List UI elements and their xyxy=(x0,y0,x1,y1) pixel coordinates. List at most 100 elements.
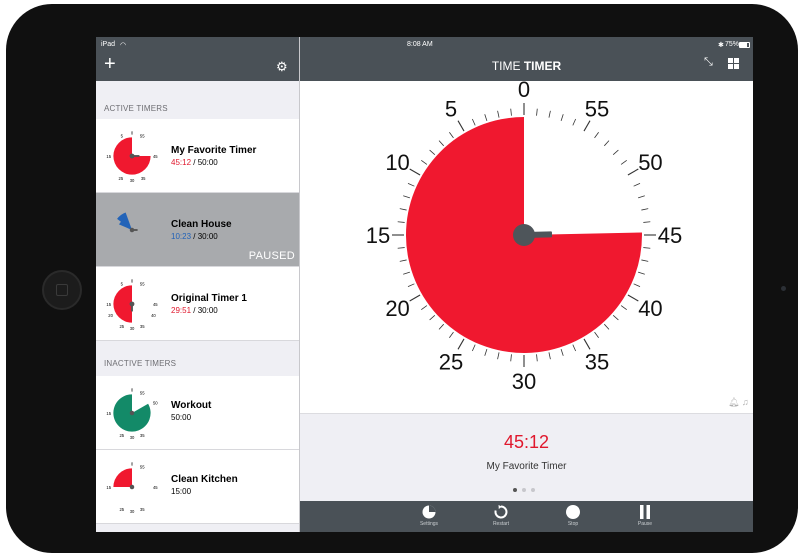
dial-tick xyxy=(471,344,476,352)
restart-icon xyxy=(494,505,508,519)
stop-label: Stop xyxy=(567,521,579,527)
mini-dial-icon xyxy=(117,212,138,233)
svg-text:0: 0 xyxy=(131,462,134,467)
inactive-timers-label: INACTIVE TIMERS xyxy=(104,359,177,368)
svg-text:55: 55 xyxy=(140,133,145,138)
timer-time: 50:00 xyxy=(171,413,192,422)
app-title: TIME TIMER xyxy=(491,59,562,73)
dial-tick xyxy=(536,108,538,116)
dial-tick xyxy=(620,160,627,165)
dial-tick xyxy=(603,140,610,147)
restart-button[interactable]: Restart xyxy=(476,504,526,527)
svg-text:20: 20 xyxy=(108,313,113,318)
active-timers-label: ACTIVE TIMERS xyxy=(104,104,168,113)
dial-tick xyxy=(638,271,645,275)
dial-tick xyxy=(560,114,564,121)
svg-text:5: 5 xyxy=(121,281,124,286)
svg-text:15: 15 xyxy=(106,302,111,307)
grid-view-icon[interactable] xyxy=(728,58,739,69)
screen: iPad ◠ + ⚙ ACTIVE TIMERS 0 5 55 15 45 25… xyxy=(96,37,753,532)
device-name: iPad xyxy=(101,41,116,48)
dial-tick xyxy=(457,338,465,350)
svg-text:25: 25 xyxy=(119,507,124,512)
settings-button[interactable]: Settings xyxy=(404,504,454,527)
clock: 8:08 AM xyxy=(407,41,433,48)
dial-tick xyxy=(620,305,627,310)
dial-tick xyxy=(627,294,639,302)
settings-label: Settings xyxy=(419,521,439,527)
timer-time: 10:23 / 30:00 xyxy=(171,232,218,241)
timer-time: 15:00 xyxy=(171,487,192,496)
svg-text:25: 25 xyxy=(119,433,124,438)
dial-tick xyxy=(603,323,610,330)
bluetooth-icon: ✱ xyxy=(718,42,724,49)
dial-label: 10 xyxy=(385,150,409,175)
dial-tick xyxy=(594,331,599,338)
timer-name: My Favorite Timer xyxy=(171,145,257,156)
svg-text:55: 55 xyxy=(140,281,145,286)
dial-tick xyxy=(633,283,641,288)
dial-tick xyxy=(641,259,649,262)
svg-text:30: 30 xyxy=(130,509,135,514)
dial-tick xyxy=(399,208,407,211)
timer-name: Clean House xyxy=(171,219,232,230)
dial-tick xyxy=(627,168,639,176)
dial-tick xyxy=(421,305,428,310)
svg-text:5: 5 xyxy=(121,133,124,138)
top-bar: 8:08 AM ✱ 75% TIME TIMER ⤡ xyxy=(300,37,753,81)
svg-text:15: 15 xyxy=(106,154,111,159)
dial-label: 20 xyxy=(385,296,409,321)
dial-tick xyxy=(641,208,649,211)
gear-icon[interactable]: ⚙ xyxy=(276,59,288,75)
pause-button[interactable]: Pause xyxy=(620,504,670,527)
svg-text:45: 45 xyxy=(153,485,158,490)
dial-tick xyxy=(438,140,445,147)
svg-text:15: 15 xyxy=(106,485,111,490)
battery-icon xyxy=(739,42,750,48)
svg-text:35: 35 xyxy=(140,324,145,329)
add-timer-icon[interactable]: + xyxy=(104,54,116,74)
dial-tick xyxy=(407,283,415,288)
timer-row-clean-house[interactable]: Clean House 10:23 / 30:00 PAUSED xyxy=(96,193,299,267)
dial-tick xyxy=(497,352,500,360)
dial-tick xyxy=(548,352,551,360)
svg-text:30: 30 xyxy=(130,326,135,331)
svg-text:25: 25 xyxy=(119,176,124,181)
wifi-icon: ◠ xyxy=(120,42,127,49)
svg-text:30: 30 xyxy=(130,178,135,183)
dial-tick xyxy=(594,132,599,139)
dial-tick xyxy=(421,160,428,165)
timer-sidebar: iPad ◠ + ⚙ ACTIVE TIMERS 0 5 55 15 45 25… xyxy=(96,37,300,532)
fullscreen-icon[interactable]: ⤡ xyxy=(704,56,713,69)
dial-tick xyxy=(548,110,551,118)
dial-hub xyxy=(513,224,535,246)
alarm-settings-icon[interactable]: 🔔︎ ♫ xyxy=(728,397,749,408)
stop-icon xyxy=(566,505,580,519)
dial-tick xyxy=(407,182,415,187)
dial-label: 55 xyxy=(585,97,609,122)
dial-tick xyxy=(583,120,591,132)
dial-tick xyxy=(409,168,421,176)
timer-row-my-favorite[interactable]: 0 5 55 15 45 25 30 35 My Favorite Timer … xyxy=(96,119,299,193)
pause-label: Pause xyxy=(637,521,653,527)
restart-label: Restart xyxy=(492,521,510,527)
svg-text:40: 40 xyxy=(151,313,156,318)
home-button[interactable] xyxy=(42,270,82,310)
stop-button[interactable]: Stop xyxy=(548,504,598,527)
dial-tick xyxy=(484,349,488,356)
ipad-frame: iPad ◠ + ⚙ ACTIVE TIMERS 0 5 55 15 45 25… xyxy=(6,4,798,553)
timer-row-workout[interactable]: 0 55 50 15 25 30 35 Workout 50:00 xyxy=(96,376,299,450)
timer-dial[interactable]: 0 5 10 15 20 25 30 35 40 45 50 55 xyxy=(300,81,753,413)
main-panel: 8:08 AM ✱ 75% TIME TIMER ⤡ 0 5 10 15 20 25 30 3… xyxy=(300,37,753,532)
page-indicator[interactable] xyxy=(513,479,540,497)
timer-row-clean-kitchen[interactable]: 0 55 15 45 25 30 35 Clean Kitchen 15:00 xyxy=(96,450,299,524)
timer-row-original-timer[interactable]: 0 5 55 15 45 20 40 25 30 35 Original Tim… xyxy=(96,267,299,341)
dial-tick xyxy=(403,271,410,275)
dial-label: 5 xyxy=(445,97,457,122)
svg-text:35: 35 xyxy=(140,433,145,438)
dial-tick xyxy=(638,195,645,199)
svg-text:0: 0 xyxy=(131,388,134,393)
dial-label: 40 xyxy=(638,296,662,321)
remaining-time: 45:12 xyxy=(503,432,550,452)
battery-percent: 75% xyxy=(725,41,740,48)
